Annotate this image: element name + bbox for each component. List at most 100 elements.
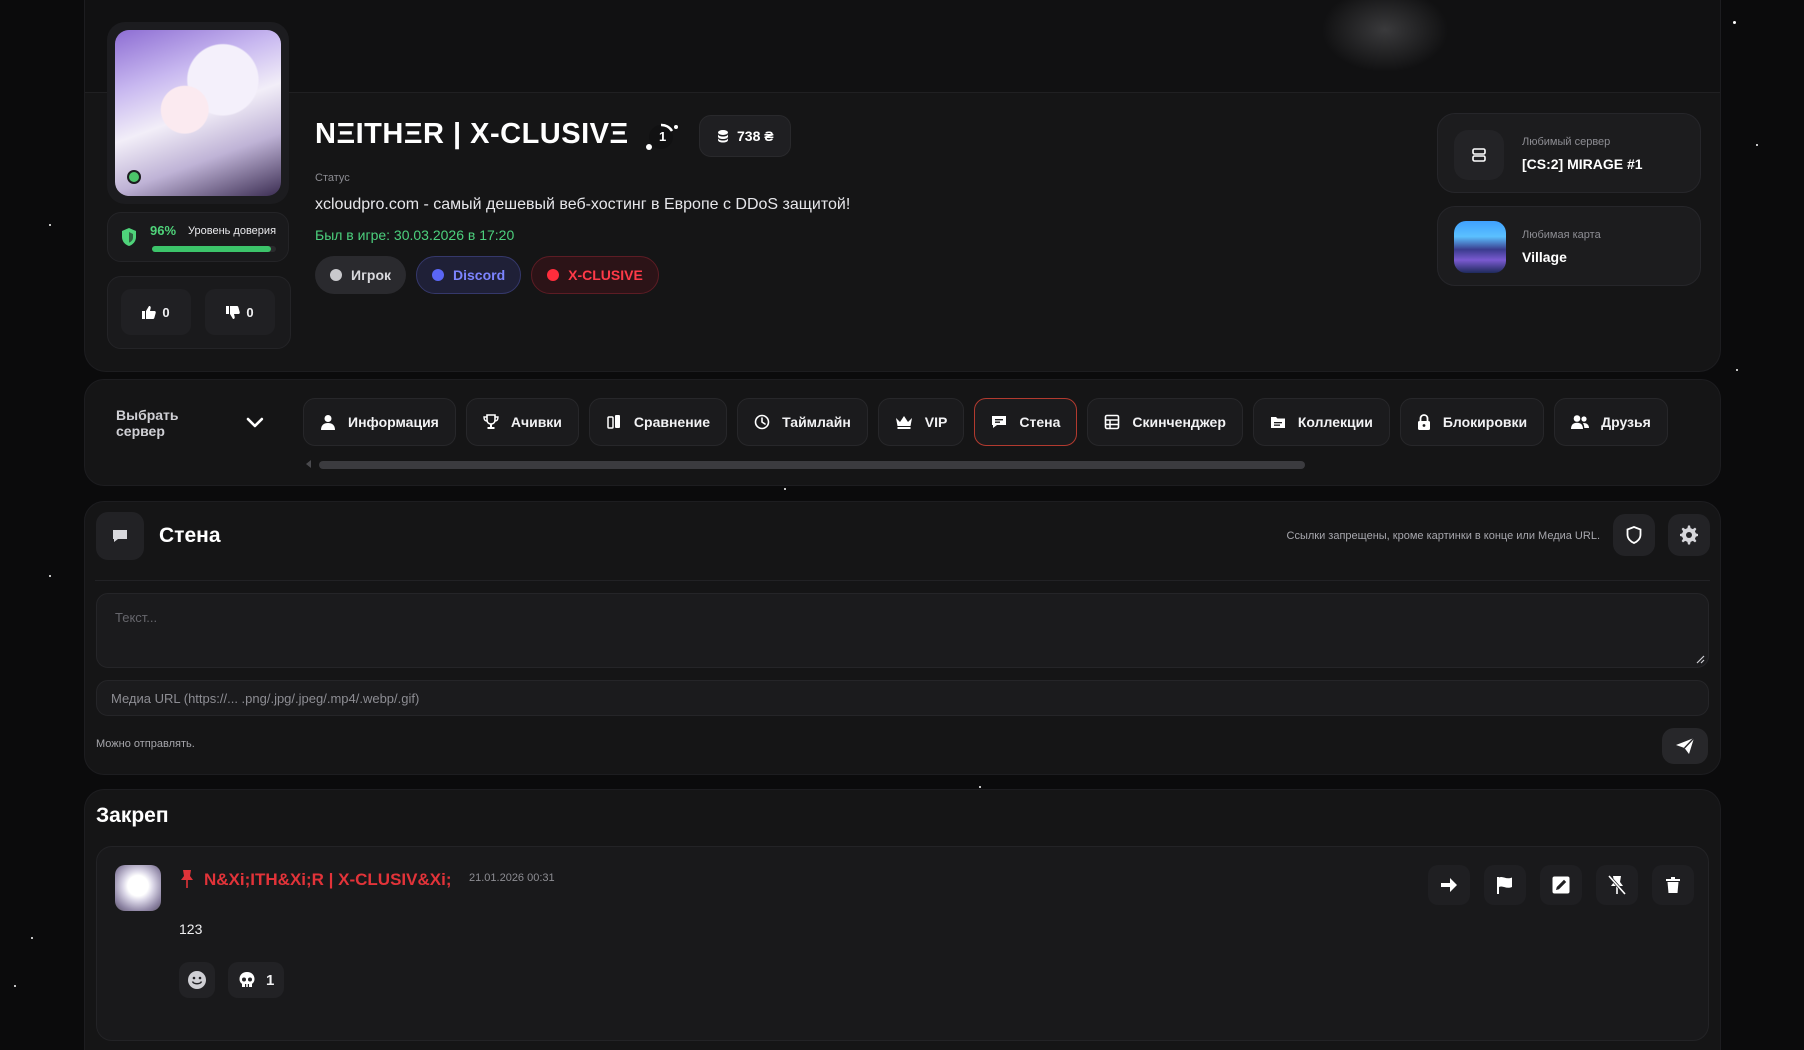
gear-icon (1680, 525, 1698, 545)
tab-label: Сравнение (633, 414, 711, 430)
post-author-avatar[interactable] (115, 865, 161, 911)
tag-label: X-CLUSIVE (568, 267, 643, 283)
chat-icon (992, 416, 1007, 428)
send-button[interactable] (1662, 728, 1708, 764)
profile-avatar[interactable] (107, 22, 289, 204)
flag-icon (1497, 876, 1512, 894)
media-placeholder: Медиа URL (https://... .png/.jpg/.jpeg/.… (111, 690, 420, 706)
wall-post: N&Xi;ITH&Xi;R | X-CLUSIV&Xi; 21.01.2026 … (96, 846, 1709, 1041)
star-decoration (49, 575, 51, 577)
tab-label: Стена (1019, 414, 1061, 430)
tag-player[interactable]: Игрок (315, 256, 407, 294)
star-decoration (1736, 369, 1738, 371)
trophy-icon (483, 414, 499, 429)
favorite-map-card[interactable]: Любимая карта Village (1437, 206, 1701, 286)
edit-post-button[interactable] (1540, 865, 1582, 905)
profile-tags: Игрок Discord X-CLUSIVE (315, 256, 659, 294)
divider (95, 580, 1710, 581)
tab-friends[interactable]: Друзья (1554, 398, 1668, 446)
status-label: Статус (315, 172, 350, 184)
user-icon (321, 415, 335, 430)
trust-progress-bar (152, 246, 276, 252)
edit-icon (1552, 876, 1570, 894)
wall-settings-button[interactable] (1668, 514, 1710, 556)
tab-info[interactable]: Информация (303, 398, 456, 446)
add-reaction-button[interactable] (179, 962, 215, 998)
profile-tabs: Информация Ачивки Сравнение Таймлайн VIP… (303, 398, 1703, 448)
unpin-icon (1608, 875, 1626, 895)
send-status: Можно отправлять. (96, 738, 195, 750)
lock-icon (1417, 414, 1430, 430)
dislike-button[interactable]: 0 (205, 289, 275, 335)
last-seen: Был в игре: 30.03.2026 в 17:20 (315, 227, 515, 243)
votes-box: 0 0 (107, 276, 291, 349)
like-button[interactable]: 0 (121, 289, 191, 335)
users-icon (1571, 415, 1590, 429)
tab-collections[interactable]: Коллекции (1252, 398, 1390, 446)
server-icon (1454, 130, 1504, 180)
report-post-button[interactable] (1484, 865, 1526, 905)
send-icon (1676, 737, 1695, 754)
star-decoration (784, 488, 786, 490)
moderation-button[interactable] (1613, 514, 1655, 556)
clock-icon (754, 414, 770, 430)
tab-label: Ачивки (510, 414, 562, 430)
smile-icon (188, 971, 206, 989)
tabs-scrollbar[interactable] (305, 459, 1785, 469)
crown-icon (895, 416, 912, 429)
tab-vip[interactable]: VIP (877, 398, 965, 446)
tab-achievements[interactable]: Ачивки (465, 398, 579, 446)
dislike-count: 0 (246, 304, 254, 320)
pinned-title: Закреп (96, 804, 169, 827)
shield-icon (1626, 526, 1642, 544)
thumbs-up-icon (142, 305, 157, 319)
pin-icon (181, 870, 193, 888)
tab-label: Друзья (1601, 414, 1651, 430)
profile-banner (85, 0, 1720, 93)
avatar-image (115, 30, 281, 196)
favorite-server-card[interactable]: Любимый сервер [CS:2] MIRAGE #1 (1437, 113, 1701, 193)
balance-badge[interactable]: 738 ₴ (699, 115, 791, 157)
favorite-server-label: Любимый сервер (1522, 136, 1611, 148)
tab-label: Скинченджер (1132, 414, 1226, 430)
status-text: xcloudpro.com - самый дешевый веб-хостин… (315, 196, 851, 213)
map-thumbnail (1454, 221, 1506, 273)
trust-level-box: 96% Уровень доверия (107, 212, 289, 262)
tab-timeline[interactable]: Таймлайн (737, 398, 868, 446)
text-placeholder: Текст... (115, 610, 158, 625)
skull-icon (239, 972, 255, 987)
reaction-count: 1 (266, 971, 275, 989)
tab-compare[interactable]: Сравнение (588, 398, 728, 446)
trust-label: Уровень доверия (188, 225, 277, 237)
tag-dot (432, 269, 445, 281)
tag-clan[interactable]: X-CLUSIVE (531, 256, 659, 294)
unpin-post-button[interactable] (1596, 865, 1638, 905)
tag-discord[interactable]: Discord (416, 256, 522, 294)
wall-title: Стена (159, 524, 221, 547)
scrollbar-thumb[interactable] (319, 461, 1305, 469)
tab-skinchanger[interactable]: Скинченджер (1087, 398, 1243, 446)
post-author-name[interactable]: N&Xi;ITH&Xi;R | X-CLUSIV&Xi; (204, 870, 451, 890)
share-post-button[interactable] (1428, 865, 1470, 905)
media-url-input[interactable]: Медиа URL (https://... .png/.jpg/.jpeg/.… (96, 680, 1709, 716)
level-number: 1 (659, 129, 667, 144)
chat-icon (113, 530, 127, 542)
wall-text-input[interactable]: Текст... (96, 593, 1709, 668)
server-select-dropdown[interactable]: Выбрать сервер (104, 400, 264, 446)
tag-label: Игрок (351, 267, 392, 283)
resize-handle-icon[interactable] (1695, 654, 1705, 664)
thumbs-down-icon (226, 305, 241, 319)
grid-icon (1105, 414, 1120, 430)
wall-composer: Стена Ссылки запрещены, кроме картинки в… (84, 501, 1721, 775)
coins-icon (718, 130, 728, 143)
tab-bans[interactable]: Блокировки (1399, 398, 1545, 446)
tag-label: Discord (453, 267, 506, 283)
post-actions (1428, 865, 1694, 905)
tab-wall[interactable]: Стена (974, 398, 1078, 446)
shield-icon (122, 228, 136, 246)
post-date: 21.01.2026 00:31 (469, 872, 555, 884)
tab-label: Блокировки (1442, 414, 1528, 430)
reaction-skull[interactable]: 1 (228, 962, 285, 998)
online-indicator (127, 170, 141, 184)
delete-post-button[interactable] (1652, 865, 1694, 905)
